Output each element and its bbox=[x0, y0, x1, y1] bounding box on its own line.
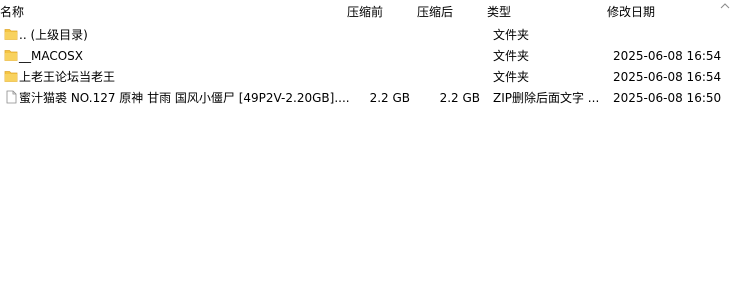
list-item[interactable]: 上老王论坛当老王 文件夹 2025-06-08 16:54 bbox=[0, 66, 731, 87]
file-packed-size bbox=[418, 69, 480, 85]
chevron-up-icon[interactable] bbox=[720, 2, 730, 10]
column-header-name[interactable]: 名称 bbox=[0, 4, 24, 20]
column-header: 名称 压缩前 压缩后 类型 修改日期 bbox=[0, 0, 731, 23]
list-item[interactable]: 蜜汁猫裘 NO.127 原神 甘雨 国风小僵尸 [49P2V-2.20GB]..… bbox=[0, 87, 731, 108]
file-packed-size bbox=[418, 48, 480, 64]
column-header-type[interactable]: 类型 bbox=[487, 4, 511, 20]
column-header-packed[interactable]: 压缩后 bbox=[417, 4, 453, 20]
file-list: .. (上级目录) 文件夹 __MACOSX 文件夹 2025-06-08 16… bbox=[0, 24, 731, 108]
folder-icon bbox=[4, 50, 18, 61]
file-size bbox=[348, 69, 410, 85]
file-modified: 2025-06-08 16:54 bbox=[613, 49, 722, 63]
folder-icon bbox=[4, 71, 18, 82]
file-packed-size: 2.2 GB bbox=[439, 91, 480, 105]
file-size bbox=[348, 27, 410, 43]
file-size bbox=[348, 48, 410, 64]
file-name: 上老王论坛当老王 bbox=[19, 70, 116, 84]
file-modified: 2025-06-08 16:54 bbox=[613, 70, 722, 84]
list-item[interactable]: __MACOSX 文件夹 2025-06-08 16:54 bbox=[0, 45, 731, 66]
column-header-size[interactable]: 压缩前 bbox=[347, 4, 383, 20]
file-name: .. (上级目录) bbox=[19, 28, 88, 42]
file-type: ZIP删除后面文字 ... bbox=[493, 91, 600, 105]
file-name: __MACOSX bbox=[19, 49, 84, 63]
column-header-modified[interactable]: 修改日期 bbox=[607, 4, 655, 20]
file-type: 文件夹 bbox=[493, 70, 530, 84]
file-packed-size bbox=[418, 27, 480, 43]
list-item[interactable]: .. (上级目录) 文件夹 bbox=[0, 24, 731, 45]
file-type: 文件夹 bbox=[493, 28, 530, 42]
file-modified: 2025-06-08 16:50 bbox=[613, 91, 722, 105]
file-name: 蜜汁猫裘 NO.127 原神 甘雨 国风小僵尸 [49P2V-2.20GB]..… bbox=[19, 91, 350, 105]
file-icon bbox=[6, 90, 17, 104]
file-size: 2.2 GB bbox=[369, 91, 410, 105]
file-type: 文件夹 bbox=[493, 49, 530, 63]
folder-icon bbox=[4, 29, 18, 40]
